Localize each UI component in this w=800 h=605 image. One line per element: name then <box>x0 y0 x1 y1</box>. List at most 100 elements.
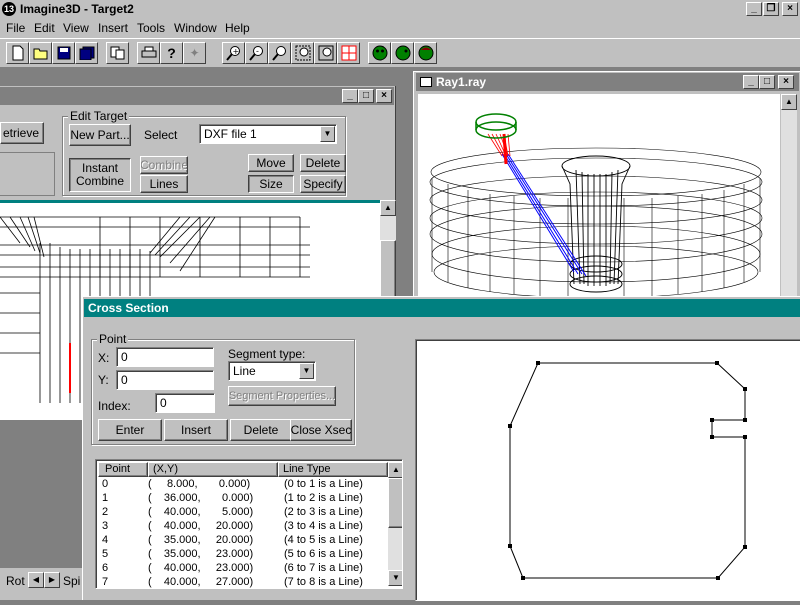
table-row[interactable]: 7 ( 40.000, 27.000) (7 to 8 is a Line) <box>98 576 388 588</box>
menu-help[interactable]: Help <box>225 21 250 35</box>
rot-right-arrow[interactable]: ▶ <box>44 572 60 588</box>
head-front-icon[interactable] <box>368 42 391 64</box>
table-row[interactable]: 2 ( 40.000, 5.000) (2 to 3 is a Line) <box>98 506 388 520</box>
segment-type-dropdown[interactable]: Line ▼ <box>228 361 316 381</box>
minimize-button[interactable]: _ <box>746 2 762 16</box>
profile-vertex[interactable] <box>536 361 540 365</box>
ray-vscrollbar[interactable]: ▲ <box>781 94 797 302</box>
row-linetype: (0 to 1 is a Line) <box>284 478 363 490</box>
list-scroll-down-arrow[interactable]: ▼ <box>388 570 402 586</box>
size-button[interactable]: Size <box>248 175 294 193</box>
profile-vertex[interactable] <box>521 576 525 580</box>
combine-button[interactable]: Combine <box>140 156 188 174</box>
table-row[interactable]: 1 ( 36.000, 0.000) (1 to 2 is a Line) <box>98 492 388 506</box>
segment-chevron-down-icon[interactable]: ▼ <box>299 363 314 379</box>
lines-button[interactable]: Lines <box>140 175 188 193</box>
table-row[interactable]: 3 ( 40.000, 20.000) (3 to 4 is a Line) <box>98 520 388 534</box>
table-row[interactable]: 4 ( 35.000, 20.000) (4 to 5 is a Line) <box>98 534 388 548</box>
ray-maximize-button[interactable]: □ <box>759 75 775 89</box>
grid-icon[interactable] <box>337 42 360 64</box>
delete-button[interactable]: Delete <box>230 419 292 441</box>
new-file-icon[interactable] <box>6 42 29 64</box>
toolbar: ? ✦ + - <box>0 38 800 68</box>
ray-minimize-button[interactable]: _ <box>743 75 759 89</box>
restore-button[interactable]: ❐ <box>763 2 779 16</box>
profile-vertex[interactable] <box>710 435 714 439</box>
enter-button[interactable]: Enter <box>98 419 162 441</box>
head-back-icon[interactable] <box>414 42 437 64</box>
profile-vertex[interactable] <box>508 424 512 428</box>
col-header-point[interactable]: Point <box>98 462 148 477</box>
rot-left-arrow[interactable]: ◀ <box>28 572 44 588</box>
point-list[interactable]: Point (X,Y) Line Type 0 ( 8.000, 0.000) (0… <box>95 459 403 589</box>
ray-scroll-up-arrow[interactable]: ▲ <box>781 94 797 110</box>
y-input[interactable]: 0 <box>116 370 214 390</box>
profile-vertex[interactable] <box>743 435 747 439</box>
print-icon[interactable] <box>137 42 160 64</box>
profile-vertex[interactable] <box>743 418 747 422</box>
menu-insert[interactable]: Insert <box>98 21 128 35</box>
list-vscrollbar[interactable]: ▲ ▼ <box>388 462 402 586</box>
target-close-button[interactable]: × <box>376 89 392 103</box>
select-dropdown[interactable]: DXF file 1 ▼ <box>199 124 337 144</box>
col-header-linetype[interactable]: Line Type <box>278 462 388 477</box>
help-icon[interactable]: ? <box>160 42 183 64</box>
menu-window[interactable]: Window <box>174 21 217 35</box>
zoom-extents-icon[interactable] <box>314 42 337 64</box>
list-scroll-thumb[interactable] <box>388 478 402 528</box>
chevron-down-icon[interactable]: ▼ <box>320 126 335 142</box>
save-icon[interactable] <box>52 42 75 64</box>
menu-edit[interactable]: Edit <box>34 21 55 35</box>
target-left-panel <box>0 152 55 196</box>
row-xy: ( 40.000, 27.000) <box>148 576 254 588</box>
profile-canvas[interactable] <box>415 339 800 601</box>
x-input[interactable]: 0 <box>116 347 214 367</box>
close-xsec-button[interactable]: Close Xsec <box>290 419 352 441</box>
zoom-out-icon[interactable]: - <box>245 42 268 64</box>
scroll-thumb[interactable] <box>380 240 396 300</box>
instant-combine-button[interactable]: Instant Combine <box>69 158 131 192</box>
retrieve-button[interactable]: etrieve <box>0 122 44 144</box>
profile-vertex[interactable] <box>716 576 720 580</box>
menu-file[interactable]: File <box>6 21 25 35</box>
specify-button[interactable]: Specify <box>300 175 346 193</box>
pointer-icon[interactable]: ✦ <box>183 42 206 64</box>
status-strip: Rot ◀ ▶ Spi <box>0 568 84 600</box>
row-linetype: (4 to 5 is a Line) <box>284 534 363 546</box>
open-folder-icon[interactable] <box>29 42 52 64</box>
menu-view[interactable]: View <box>63 21 89 35</box>
zoom-fit-icon[interactable] <box>268 42 291 64</box>
app-3d-icon[interactable]: 13 <box>2 2 16 16</box>
insert-button[interactable]: Insert <box>164 419 228 441</box>
target-maximize-button[interactable]: □ <box>358 89 374 103</box>
zoom-window-icon[interactable] <box>291 42 314 64</box>
copy-icon[interactable] <box>106 42 129 64</box>
head-side-icon[interactable] <box>391 42 414 64</box>
table-row[interactable]: 6 ( 40.000, 23.000) (6 to 7 is a Line) <box>98 562 388 576</box>
delete-target-button[interactable]: Delete <box>300 154 346 172</box>
zoom-in-icon[interactable]: + <box>222 42 245 64</box>
profile-vertex[interactable] <box>710 418 714 422</box>
profile-vertex[interactable] <box>715 361 719 365</box>
ray-3d-view[interactable] <box>418 94 780 302</box>
index-input[interactable]: 0 <box>155 393 215 413</box>
save-all-icon[interactable] <box>75 42 98 64</box>
col-header-xy[interactable]: (X,Y) <box>148 462 278 477</box>
profile-vertex[interactable] <box>508 544 512 548</box>
scroll-up-arrow[interactable]: ▲ <box>380 200 396 216</box>
y-label: Y: <box>98 373 109 387</box>
new-part-button[interactable]: New Part... <box>69 124 131 146</box>
segment-properties-button[interactable]: Segment Properties... <box>228 386 336 406</box>
profile-vertex[interactable] <box>743 387 747 391</box>
ray-close-button[interactable]: × <box>778 75 794 89</box>
table-row[interactable]: 0 ( 8.000, 0.000) (0 to 1 is a Line) <box>98 478 388 492</box>
profile-vertex[interactable] <box>743 545 747 549</box>
profile-drawing <box>508 361 747 580</box>
col-header-linetype-label: Line Type <box>283 463 331 475</box>
menu-tools[interactable]: Tools <box>137 21 165 35</box>
list-scroll-up-arrow[interactable]: ▲ <box>388 462 402 478</box>
table-row[interactable]: 5 ( 35.000, 23.000) (5 to 6 is a Line) <box>98 548 388 562</box>
target-minimize-button[interactable]: _ <box>342 89 358 103</box>
move-button[interactable]: Move <box>248 154 294 172</box>
close-button[interactable]: × <box>782 2 798 16</box>
